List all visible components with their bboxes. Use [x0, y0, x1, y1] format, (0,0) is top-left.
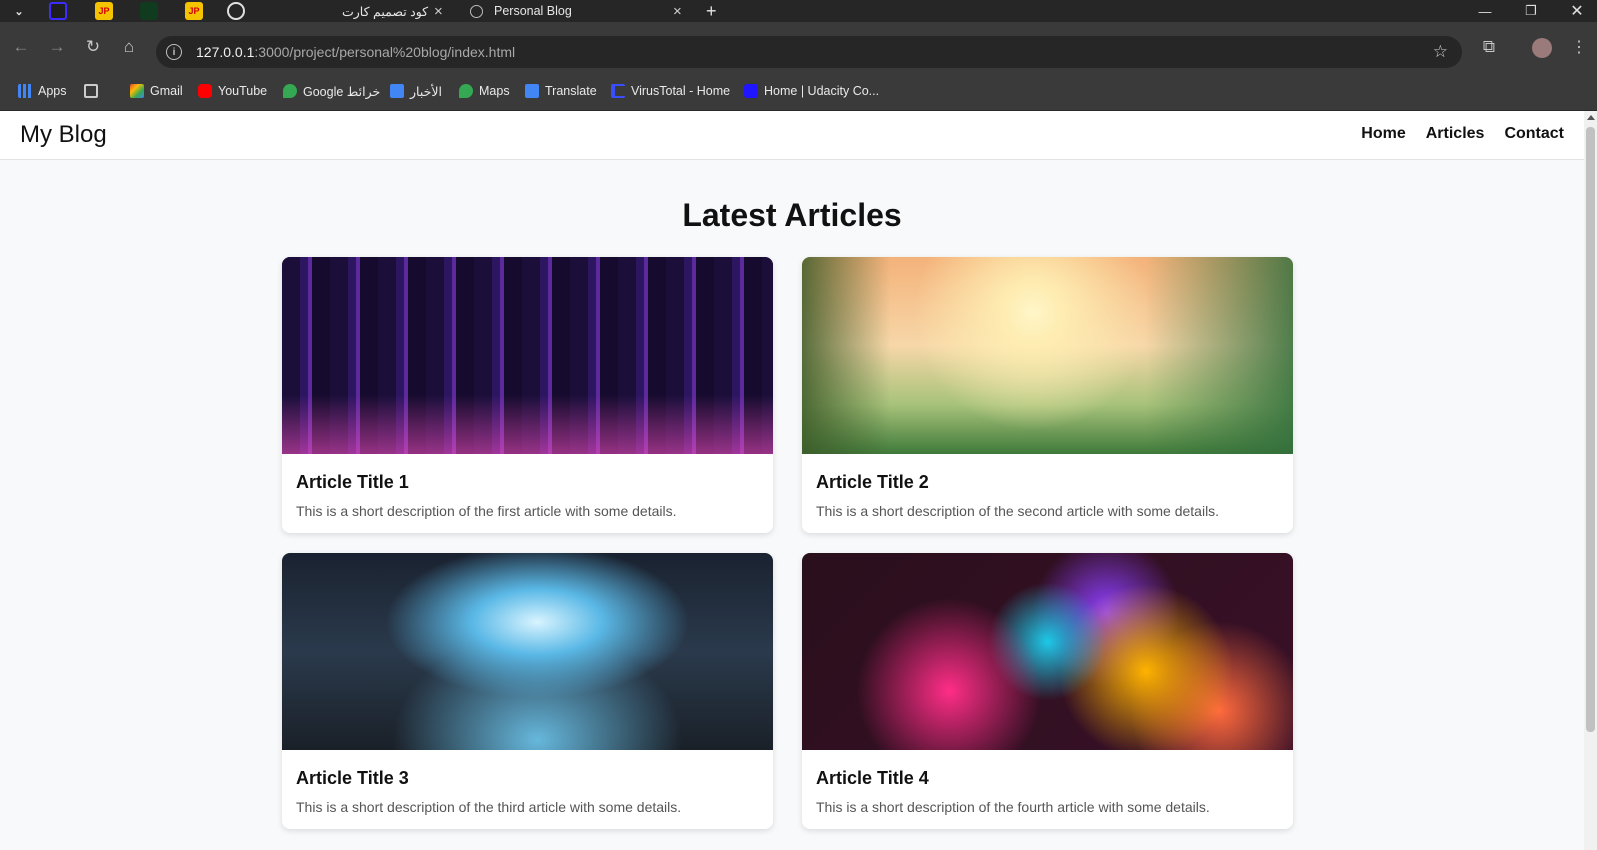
tab-title: كود تصميم كارت — [342, 4, 429, 19]
close-icon[interactable]: × — [673, 3, 682, 20]
article-image-cyberpunk-city — [282, 257, 773, 454]
udacity-icon — [744, 84, 758, 98]
maps-icon — [283, 84, 297, 98]
bookmark-apps[interactable]: Apps — [18, 82, 67, 100]
jp-label: JP — [188, 6, 200, 16]
forward-arrow-icon[interactable]: → — [44, 34, 70, 60]
tab-search-icon[interactable]: ⌄ — [10, 2, 28, 20]
tab-title: Personal Blog — [494, 4, 572, 18]
site-nav: Home Articles Contact — [1361, 125, 1564, 143]
article-title[interactable]: Article Title 2 — [816, 472, 929, 493]
bookmark-label: VirusTotal - Home — [631, 84, 731, 98]
page-viewport: My Blog Home Articles Contact Latest Art… — [0, 111, 1584, 850]
maps-icon — [459, 84, 473, 98]
bookmark-google-maps-ar[interactable]: Google خرائط — [283, 82, 380, 100]
tab-card-design[interactable]: كود تصميم كارت × — [330, 0, 450, 22]
bookmark-youtube[interactable]: YouTube — [198, 82, 267, 100]
article-title[interactable]: Article Title 1 — [296, 472, 409, 493]
article-description: This is a short description of the first… — [296, 503, 677, 519]
bookmark-label: Maps — [479, 84, 510, 98]
bookmark-label: Gmail — [150, 84, 183, 98]
new-tab-button[interactable]: + — [706, 0, 726, 22]
article-description: This is a short description of the fourt… — [816, 799, 1210, 815]
restore-button[interactable]: ❐ — [1508, 0, 1554, 22]
nav-contact-link[interactable]: Contact — [1504, 125, 1564, 143]
url-host: 127.0.0.1 — [196, 44, 255, 60]
bookmark-label: YouTube — [218, 84, 268, 98]
scroll-up-icon[interactable] — [1587, 115, 1595, 120]
browser-tab-strip: ⌄ JP JP كود تصميم كارت × Personal Blog ×… — [0, 0, 1597, 22]
grid-icon — [84, 84, 98, 98]
page-scrollbar[interactable] — [1584, 111, 1597, 850]
reload-icon[interactable]: ↻ — [80, 34, 106, 60]
article-card[interactable]: Article Title 3 This is a short descript… — [282, 553, 773, 829]
section-title: Latest Articles — [682, 197, 902, 233]
address-bar[interactable]: i 127.0.0.1:3000/project/personal%20blog… — [156, 36, 1462, 68]
nav-articles-link[interactable]: Articles — [1426, 125, 1485, 143]
bookmark-label: Home | Udacity Co... — [764, 84, 880, 98]
article-description: This is a short description of the secon… — [816, 503, 1220, 519]
url-path: :3000/project/personal%20blog/index.html — [254, 44, 516, 60]
nav-home-link[interactable]: Home — [1361, 125, 1405, 143]
article-image-colorful-abstract — [802, 553, 1293, 750]
openai-icon[interactable] — [227, 2, 245, 20]
bookmark-udacity[interactable]: Home | Udacity Co... — [744, 82, 879, 100]
bookmark-gmail[interactable]: Gmail — [130, 82, 183, 100]
bookmark-translate[interactable]: Translate — [525, 82, 597, 100]
article-title[interactable]: Article Title 4 — [816, 768, 929, 789]
bookmark-label: Google خرائط — [303, 84, 381, 99]
article-title[interactable]: Article Title 3 — [296, 768, 409, 789]
jp-icon[interactable]: JP — [185, 2, 203, 20]
bookmark-star-icon[interactable]: ☆ — [1433, 42, 1448, 62]
globe-icon — [470, 4, 483, 18]
image-icon[interactable] — [140, 2, 158, 20]
site-header: My Blog Home Articles Contact — [0, 111, 1584, 160]
avatar[interactable] — [1532, 38, 1552, 58]
site-info-icon[interactable]: i — [166, 44, 182, 60]
browser-toolbar: ← → ↻ ⌂ i 127.0.0.1:3000/project/persona… — [0, 22, 1597, 72]
virustotal-icon — [611, 84, 625, 98]
back-arrow-icon[interactable]: ← — [8, 34, 34, 60]
news-icon — [390, 84, 404, 98]
close-window-button[interactable]: ✕ — [1554, 0, 1597, 22]
jp-label: JP — [98, 6, 110, 16]
plus-icon: + — [706, 0, 717, 21]
jp-icon[interactable]: JP — [95, 2, 113, 20]
site-logo[interactable]: My Blog — [20, 121, 107, 149]
bookmark-grid[interactable] — [84, 82, 104, 100]
article-image-fantasy-landscape — [802, 257, 1293, 454]
bookmark-label: Translate — [545, 84, 597, 98]
bookmark-label: Apps — [38, 84, 67, 98]
bookmark-virustotal[interactable]: VirusTotal - Home — [611, 82, 730, 100]
article-card[interactable]: Article Title 1 This is a short descript… — [282, 257, 773, 533]
scrollbar-thumb[interactable] — [1586, 127, 1595, 732]
apps-grid-icon — [18, 84, 32, 98]
article-image-futuristic-tech-room — [282, 553, 773, 750]
bookmark-maps[interactable]: Maps — [459, 82, 510, 100]
article-description: This is a short description of the third… — [296, 799, 682, 815]
extensions-icon[interactable]: ⧉ — [1476, 34, 1502, 60]
article-card[interactable]: Article Title 4 This is a short descript… — [802, 553, 1293, 829]
bookmarks-bar: Apps Gmail YouTube Google خرائط الأخبار … — [0, 72, 1597, 111]
translate-icon — [525, 84, 539, 98]
youtube-icon — [198, 84, 212, 98]
bookmark-news[interactable]: الأخبار — [390, 82, 442, 100]
bookmark-label: الأخبار — [410, 84, 442, 99]
menu-kebab-icon[interactable]: ⋮ — [1566, 34, 1592, 60]
minimize-button[interactable]: — — [1462, 0, 1508, 22]
close-icon[interactable]: × — [434, 3, 443, 20]
article-card[interactable]: Article Title 2 This is a short descript… — [802, 257, 1293, 533]
tab-personal-blog[interactable]: Personal Blog × — [460, 0, 690, 22]
udacity-icon[interactable] — [49, 2, 67, 20]
home-icon[interactable]: ⌂ — [116, 34, 142, 60]
gmail-icon — [130, 84, 144, 98]
